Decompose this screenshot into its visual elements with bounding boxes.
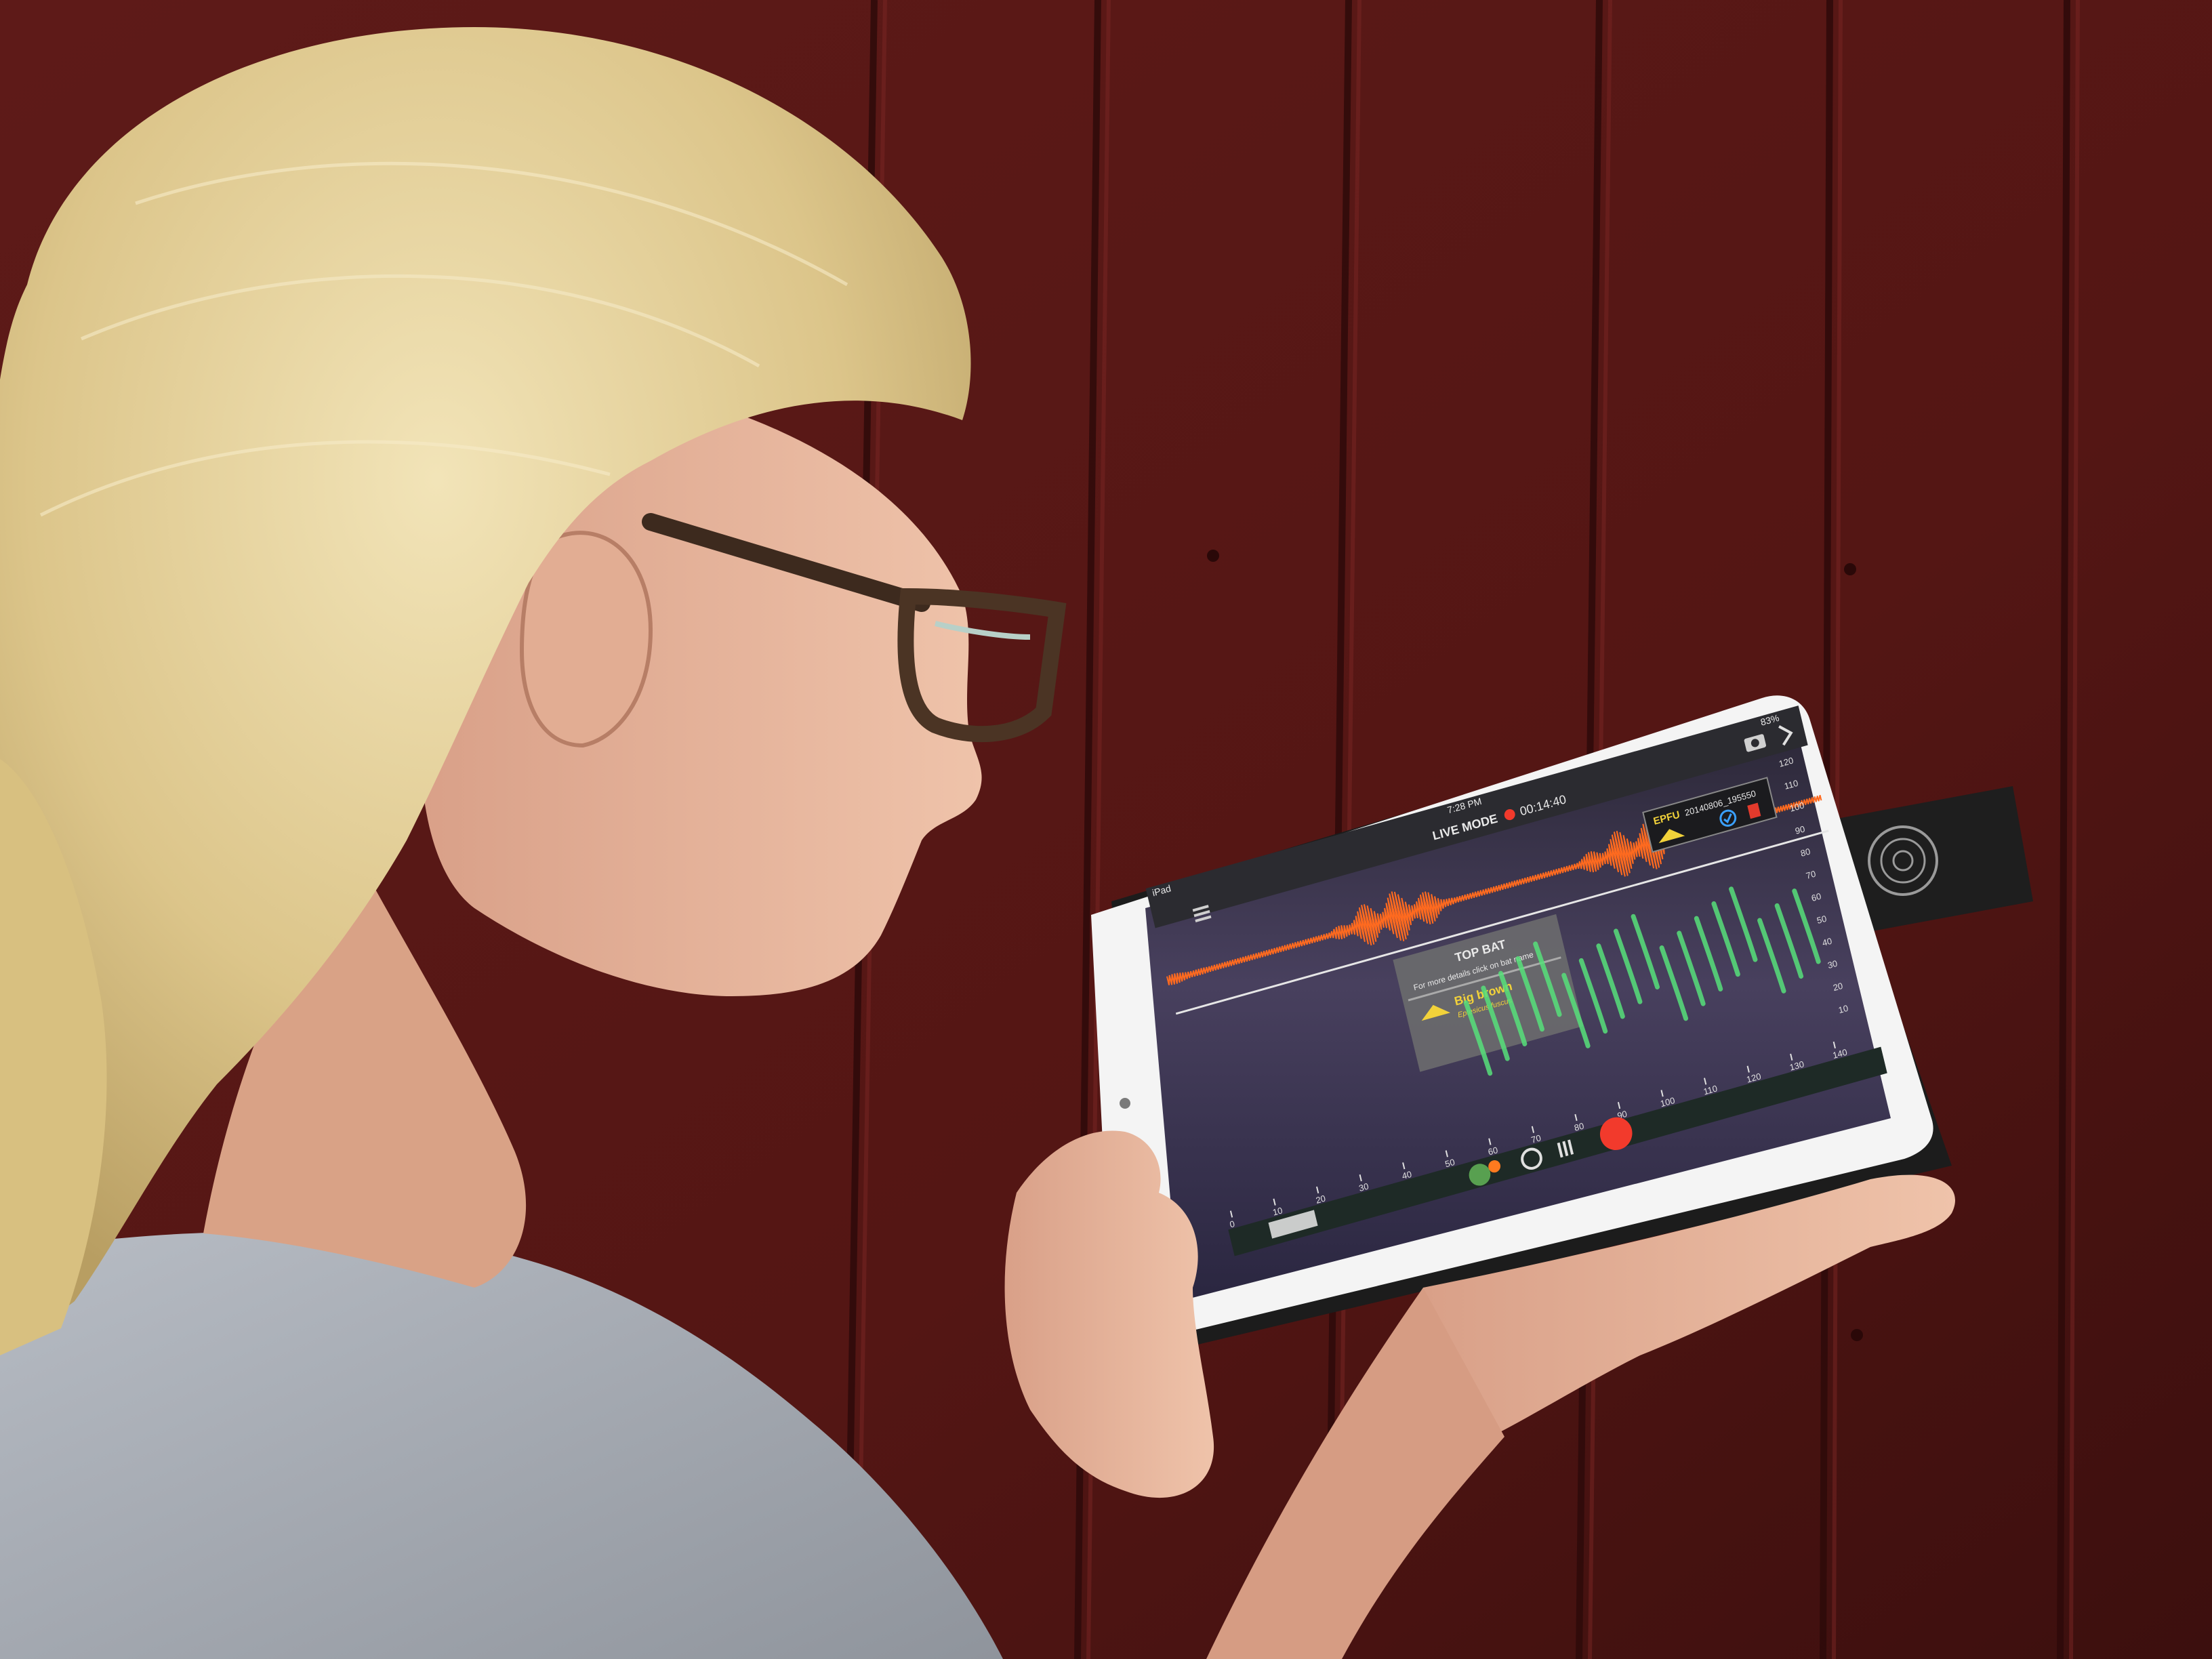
- photo-scene: iPad 7:28 PM 83% LIVE MODE 00:14:40 EPFU…: [0, 0, 2212, 1659]
- front-camera: [1120, 1098, 1130, 1109]
